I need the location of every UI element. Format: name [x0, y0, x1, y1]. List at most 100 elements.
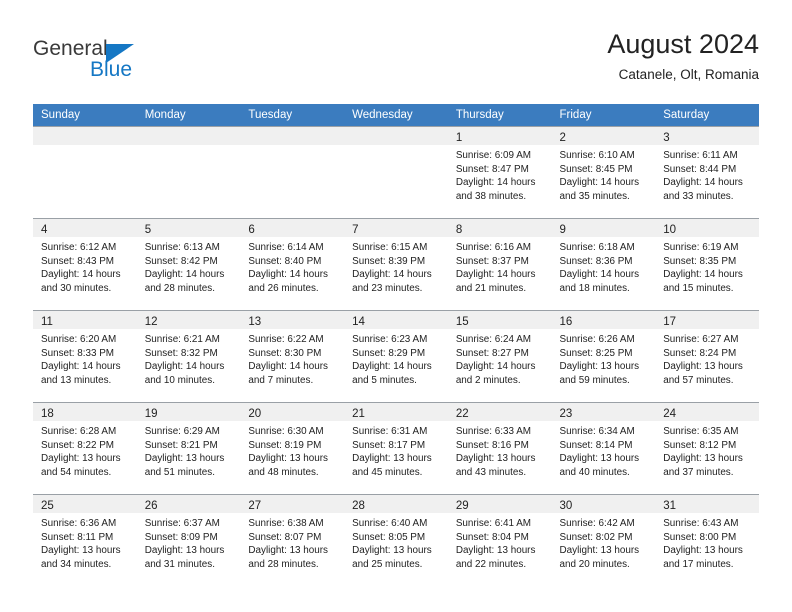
sunset-text: Sunset: 8:32 PM: [144, 347, 218, 359]
day-number: 23: [559, 408, 573, 420]
calendar-day-cell[interactable]: 23 Sunrise: 6:34 AM Sunset: 8:14 PM Dayligh…: [551, 402, 656, 495]
weekday-header-friday: Friday: [551, 104, 656, 127]
day-number-band: 10: [655, 219, 759, 237]
daylight-text-line1: Daylight: 13 hours: [41, 545, 121, 557]
sunset-text: Sunset: 8:42 PM: [144, 255, 218, 267]
calendar-day-cell[interactable]: 17 Sunrise: 6:27 AM Sunset: 8:24 PM Dayligh…: [655, 310, 759, 403]
calendar-day-cell[interactable]: 4 Sunrise: 6:12 AM Sunset: 8:43 PM Daylight…: [33, 218, 137, 311]
day-number-band: 3: [655, 127, 759, 145]
calendar-day-cell[interactable]: 9 Sunrise: 6:18 AM Sunset: 8:36 PM Daylight…: [551, 218, 656, 311]
calendar-week-row: 18 Sunrise: 6:28 AM Sunset: 8:22 PM Dayligh…: [33, 402, 759, 495]
day-details: Sunrise: 6:30 AM Sunset: 8:19 PM Daylight:…: [240, 421, 344, 479]
calendar-day-cell[interactable]: 24 Sunrise: 6:35 AM Sunset: 8:12 PM Dayligh…: [655, 402, 759, 495]
calendar-day-cell[interactable]: 20 Sunrise: 6:30 AM Sunset: 8:19 PM Dayligh…: [240, 402, 345, 495]
sunrise-text: Sunrise: 6:35 AM: [663, 426, 739, 437]
calendar-day-cell[interactable]: 21 Sunrise: 6:31 AM Sunset: 8:17 PM Dayligh…: [344, 402, 448, 495]
day-details: Sunrise: 6:34 AM Sunset: 8:14 PM Daylight:…: [552, 421, 656, 479]
day-number: 14: [352, 316, 365, 328]
calendar-day-cell[interactable]: 12 Sunrise: 6:21 AM Sunset: 8:32 PM Dayligh…: [136, 310, 241, 403]
calendar-page: General Blue August 2024 Catanele, Olt, …: [0, 0, 792, 612]
sunrise-text: Sunrise: 6:19 AM: [663, 242, 739, 253]
day-number: 9: [559, 224, 566, 236]
daylight-text-line2: and 35 minutes.: [559, 190, 630, 202]
day-number: 13: [248, 316, 262, 328]
calendar-day-cell[interactable]: 19 Sunrise: 6:29 AM Sunset: 8:21 PM Dayligh…: [136, 402, 241, 495]
generalblue-logo: General Blue: [33, 38, 203, 86]
daylight-text-line2: and 28 minutes.: [144, 282, 215, 294]
calendar-day-cell[interactable]: 8 Sunrise: 6:16 AM Sunset: 8:37 PM Daylight…: [447, 218, 552, 311]
calendar-day-cell[interactable]: 16 Sunrise: 6:26 AM Sunset: 8:25 PM Dayligh…: [551, 310, 656, 403]
calendar-day-cell[interactable]: 25 Sunrise: 6:36 AM Sunset: 8:11 PM Dayligh…: [33, 494, 137, 586]
sunset-text: Sunset: 8:11 PM: [41, 531, 114, 543]
sunrise-text: Sunrise: 6:09 AM: [455, 150, 532, 161]
daylight-text-line2: and 21 minutes.: [455, 282, 527, 294]
calendar-day-cell[interactable]: 30 Sunrise: 6:42 AM Sunset: 8:02 PM Dayligh…: [551, 494, 656, 586]
daylight-text-line2: and 17 minutes.: [663, 558, 734, 570]
weekday-header-wednesday: Wednesday: [344, 104, 448, 127]
title-block: August 2024 Catanele, Olt, Romania: [607, 28, 759, 85]
daylight-text-line1: Daylight: 14 hours: [559, 269, 640, 281]
sunset-text: Sunset: 8:21 PM: [144, 439, 218, 451]
day-details: Sunrise: 6:42 AM Sunset: 8:02 PM Daylight:…: [552, 513, 656, 571]
daylight-text-line2: and 33 minutes.: [663, 190, 734, 202]
calendar-day-cell[interactable]: 10 Sunrise: 6:19 AM Sunset: 8:35 PM Dayligh…: [655, 218, 759, 311]
sunset-text: Sunset: 8:16 PM: [455, 439, 529, 451]
calendar-day-cell[interactable]: 26 Sunrise: 6:37 AM Sunset: 8:09 PM Dayligh…: [136, 494, 241, 586]
calendar-day-cell[interactable]: 1 Sunrise: 6:09 AM Sunset: 8:47 PM Daylight…: [447, 126, 552, 219]
calendar-day-cell[interactable]: 2 Sunrise: 6:10 AM Sunset: 8:45 PM Daylight…: [551, 126, 656, 219]
sunset-text: Sunset: 8:37 PM: [455, 255, 529, 267]
day-number-band: 22: [447, 403, 552, 421]
weekday-header-tuesday: Tuesday: [240, 104, 345, 127]
daylight-text-line2: and 13 minutes.: [41, 374, 112, 386]
sunrise-text: Sunrise: 6:43 AM: [663, 518, 739, 529]
daylight-text-line2: and 20 minutes.: [559, 558, 630, 570]
day-details: Sunrise: 6:40 AM Sunset: 8:05 PM Daylight:…: [344, 513, 448, 571]
calendar-day-cell[interactable]: 5 Sunrise: 6:13 AM Sunset: 8:42 PM Daylight…: [136, 218, 241, 311]
sunset-text: Sunset: 8:36 PM: [559, 255, 633, 267]
daylight-text-line1: Daylight: 13 hours: [144, 453, 225, 465]
sunrise-text: Sunrise: 6:27 AM: [663, 334, 739, 345]
daylight-text-line1: Daylight: 14 hours: [455, 361, 536, 373]
sunrise-text: Sunrise: 6:12 AM: [41, 242, 117, 253]
day-details: Sunrise: 6:29 AM Sunset: 8:21 PM Daylight:…: [137, 421, 241, 479]
sunset-text: Sunset: 8:33 PM: [41, 347, 115, 359]
logo-text-blue: Blue: [90, 58, 133, 81]
day-number: 3: [663, 132, 670, 144]
daylight-text-line2: and 18 minutes.: [559, 282, 630, 294]
day-details: Sunrise: 6:10 AM Sunset: 8:45 PM Daylight:…: [552, 145, 656, 203]
day-number: 28: [352, 500, 365, 512]
calendar-week-row: 1 Sunrise: 6:09 AM Sunset: 8:47 PM Daylight…: [33, 126, 759, 219]
sunset-text: Sunset: 8:40 PM: [248, 255, 322, 267]
calendar-day-cell[interactable]: 3 Sunrise: 6:11 AM Sunset: 8:44 PM Daylight…: [655, 126, 759, 219]
daylight-text-line2: and 48 minutes.: [248, 466, 319, 478]
logo-text-general: General: [33, 37, 108, 60]
day-details: Sunrise: 6:18 AM Sunset: 8:36 PM Daylight:…: [552, 237, 656, 295]
day-number-band: 17: [655, 311, 759, 329]
calendar-day-cell[interactable]: 11 Sunrise: 6:20 AM Sunset: 8:33 PM Dayligh…: [33, 310, 137, 403]
daylight-text-line1: Daylight: 14 hours: [41, 361, 121, 373]
page-title: August 2024: [607, 29, 759, 59]
calendar-day-cell[interactable]: 27 Sunrise: 6:38 AM Sunset: 8:07 PM Dayligh…: [240, 494, 345, 586]
daylight-text-line2: and 28 minutes.: [248, 558, 319, 570]
calendar-day-cell[interactable]: 31 Sunrise: 6:43 AM Sunset: 8:00 PM Dayligh…: [655, 494, 759, 586]
daylight-text-line2: and 30 minutes.: [41, 282, 112, 294]
calendar-day-cell[interactable]: 22 Sunrise: 6:33 AM Sunset: 8:16 PM Dayligh…: [447, 402, 552, 495]
sunrise-text: Sunrise: 6:29 AM: [144, 426, 220, 437]
calendar-day-cell[interactable]: 14 Sunrise: 6:23 AM Sunset: 8:29 PM Dayligh…: [344, 310, 448, 403]
calendar-day-cell[interactable]: 29 Sunrise: 6:41 AM Sunset: 8:04 PM Dayligh…: [447, 494, 552, 586]
calendar-body: 1 Sunrise: 6:09 AM Sunset: 8:47 PM Daylight…: [33, 126, 759, 586]
sunrise-text: Sunrise: 6:14 AM: [248, 242, 324, 253]
calendar-day-cell[interactable]: 13 Sunrise: 6:22 AM Sunset: 8:30 PM Dayligh…: [240, 310, 345, 403]
sunset-text: Sunset: 8:27 PM: [455, 347, 529, 359]
calendar-day-cell[interactable]: 28 Sunrise: 6:40 AM Sunset: 8:05 PM Dayligh…: [344, 494, 448, 586]
calendar-day-cell[interactable]: 15 Sunrise: 6:24 AM Sunset: 8:27 PM Dayligh…: [447, 310, 552, 403]
calendar-day-cell[interactable]: 18 Sunrise: 6:28 AM Sunset: 8:22 PM Dayligh…: [33, 402, 137, 495]
daylight-text-line1: Daylight: 14 hours: [352, 269, 432, 281]
calendar-day-cell[interactable]: 6 Sunrise: 6:14 AM Sunset: 8:40 PM Daylight…: [240, 218, 345, 311]
day-number-band: 26: [136, 495, 241, 513]
day-details: Sunrise: 6:12 AM Sunset: 8:43 PM Daylight:…: [33, 237, 137, 295]
sunset-text: Sunset: 8:43 PM: [41, 255, 115, 267]
daylight-text-line2: and 26 minutes.: [248, 282, 319, 294]
calendar-day-cell[interactable]: 7 Sunrise: 6:15 AM Sunset: 8:39 PM Daylight…: [344, 218, 448, 311]
day-number-band: 8: [447, 219, 552, 237]
